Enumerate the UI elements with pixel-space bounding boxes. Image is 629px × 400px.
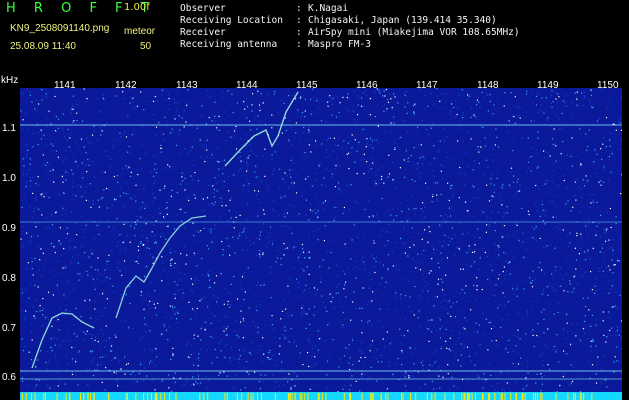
signal-baseline (20, 392, 622, 400)
observer-separator: : (296, 3, 302, 14)
observer-value: K.Nagai (308, 3, 349, 14)
y-tick-label: 0.9 (2, 223, 16, 234)
location-separator: : (296, 15, 302, 26)
observer-label: Observer (180, 3, 226, 14)
spectrogram-plot (20, 88, 622, 400)
spectrogram-background (20, 88, 622, 400)
receiver-value: AirSpy mini (Miakejima VOR 108.65MHz) (308, 27, 520, 38)
unit-label: kHz (1, 75, 19, 86)
receiver-separator: : (296, 27, 302, 38)
spectrogram-canvas (20, 88, 622, 400)
antenna-label: Receiving antenna (180, 39, 278, 50)
version-label: 1.00f (124, 2, 150, 13)
antenna-separator: : (296, 39, 302, 50)
y-tick-label: 1.0 (2, 173, 16, 184)
y-tick-label: 0.6 (2, 372, 16, 383)
file-name: KN9_2508091140.png (10, 23, 110, 34)
location-label: Receiving Location (180, 15, 283, 26)
y-tick-label: 0.7 (2, 323, 16, 334)
y-tick-label: 0.8 (2, 273, 16, 284)
mode-label: meteor (124, 26, 156, 37)
y-tick-label: 1.1 (2, 123, 16, 134)
receiver-label: Receiver (180, 27, 226, 38)
antenna-value: Maspro FM-3 (308, 39, 371, 50)
timestamp: 25.08.09 11:40 (10, 41, 76, 52)
header-bar: H R O F F T 1.00f KN9_2508091140.png met… (0, 0, 629, 78)
count-value: 50 (140, 41, 152, 52)
location-value: Chigasaki, Japan (139.414 35.340) (308, 15, 497, 26)
